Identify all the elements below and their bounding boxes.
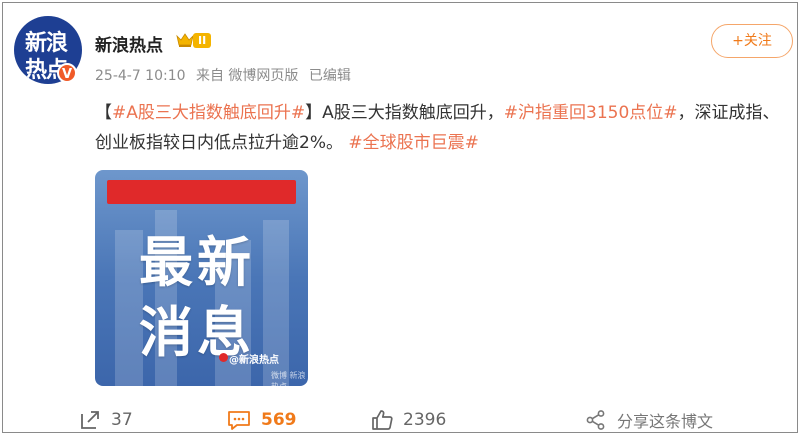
level-badge: II: [193, 33, 212, 48]
post-meta: 25-4-7 10:10 来自 微博网页版 已编辑: [95, 65, 357, 85]
post-actions-bar: 37 569 2396 分享这条博文: [3, 405, 799, 435]
like-button[interactable]: 2396: [371, 405, 446, 435]
image-headline-line1: 最新: [139, 231, 255, 294]
share-button[interactable]: 分享这条博文: [585, 405, 713, 435]
username[interactable]: 新浪热点: [95, 31, 163, 56]
repost-button[interactable]: 37: [79, 405, 133, 435]
crown-icon: [176, 33, 194, 47]
like-count: 2396: [403, 410, 447, 430]
image-red-banner: [107, 180, 296, 204]
comment-count: 569: [261, 410, 297, 430]
share-label: 分享这条博文: [617, 412, 714, 431]
comment-icon: [228, 411, 250, 430]
repost-icon: [81, 411, 99, 429]
weibo-logo-icon: [219, 353, 228, 362]
comment-button[interactable]: 569: [227, 405, 297, 435]
image-credit: @新浪热点: [229, 355, 279, 366]
post-edited-label[interactable]: 已编辑: [309, 68, 351, 84]
post-source: 来自 微博网页版: [195, 68, 299, 84]
share-icon: [586, 410, 605, 430]
bracket-close: 】: [305, 103, 323, 123]
follow-button[interactable]: +关注: [711, 24, 793, 58]
post-text-segment: A股三大指数触底回升，: [322, 103, 504, 123]
verified-badge: V: [57, 63, 77, 83]
bracket-open: 【: [95, 103, 112, 123]
like-icon: [372, 410, 393, 430]
post-image[interactable]: 最新 消息 @新浪热点 微博 新浪热点: [95, 170, 308, 386]
weibo-post-card: 新浪 热点 V 新浪热点 II 25-4-7 10:10 来自 微博网页版 已编…: [2, 2, 798, 433]
post-text: 【#A股三大指数触底回升#】A股三大指数触底回升，#沪指重回3150点位#，深证…: [95, 98, 785, 158]
post-timestamp[interactable]: 25-4-7 10:10: [95, 68, 186, 84]
hashtag-link[interactable]: #A股三大指数触底回升#: [112, 103, 305, 123]
hashtag-link[interactable]: #全球股市巨震#: [348, 133, 479, 153]
image-watermark: 微博 新浪热点: [271, 371, 306, 386]
hashtag-link[interactable]: #沪指重回3150点位#: [504, 103, 678, 123]
repost-count: 37: [111, 410, 133, 430]
